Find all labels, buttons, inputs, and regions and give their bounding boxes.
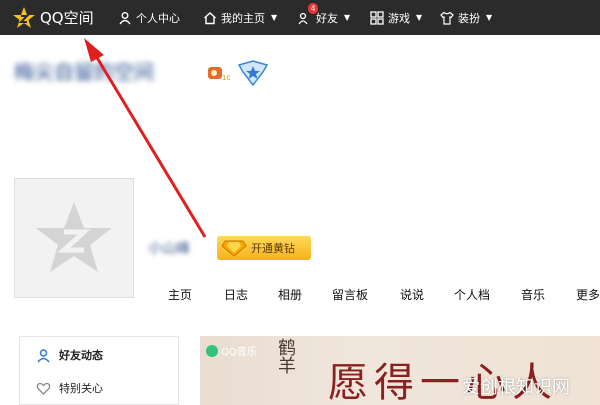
nav-label: 装扮 bbox=[458, 11, 480, 25]
nav-label: 个人中心 bbox=[136, 11, 180, 25]
username[interactable]: 小山峰 bbox=[148, 238, 208, 260]
chevron-down-icon: ▼ bbox=[486, 13, 493, 22]
sidebar-item-label: 特别关心 bbox=[59, 382, 103, 395]
sidebar-item-special-care[interactable]: 特别关心 bbox=[36, 378, 103, 398]
nav-dress-up[interactable]: 装扮 ▼ bbox=[440, 0, 492, 35]
music-banner[interactable]: QQ音乐 鹤 羊 愿得一心人 爱创根知识网 bbox=[200, 336, 600, 405]
watermark-text: 爱创根知识网 bbox=[462, 377, 570, 398]
tab-blog[interactable]: 日志 bbox=[224, 286, 248, 303]
home-icon bbox=[204, 11, 216, 24]
tab-album[interactable]: 相册 bbox=[278, 286, 302, 303]
nav-label: 游戏 bbox=[388, 11, 410, 25]
sidebar-item-friend-feed[interactable]: 好友动态 bbox=[36, 345, 103, 365]
banner-calligraphy-small: 鹤 羊 bbox=[278, 338, 296, 377]
friends-badge: 4 bbox=[308, 3, 318, 14]
grid-icon bbox=[370, 10, 384, 25]
nav-friends[interactable]: 4 好友 ▼ bbox=[298, 0, 350, 35]
default-avatar-star-icon bbox=[36, 202, 112, 272]
shirt-icon bbox=[440, 11, 454, 25]
person-icon bbox=[119, 11, 131, 24]
qq-star-icon bbox=[13, 6, 35, 28]
avatar[interactable] bbox=[14, 178, 134, 298]
left-sidebar: 好友动态 特别关心 bbox=[19, 336, 179, 405]
space-title: 梅尖自留的空间 bbox=[14, 55, 204, 85]
svg-text:10: 10 bbox=[222, 74, 230, 82]
nav-personal-center[interactable]: 个人中心 bbox=[118, 0, 180, 35]
heart-icon bbox=[36, 382, 51, 395]
logo-text: QQ空间 bbox=[40, 9, 94, 27]
tab-message-board[interactable]: 留言板 bbox=[332, 286, 368, 303]
qq-music-brand: QQ音乐 bbox=[206, 343, 257, 358]
tab-music[interactable]: 音乐 bbox=[521, 286, 545, 303]
nav-my-homepage[interactable]: 我的主页 ▼ bbox=[203, 0, 277, 35]
qzone-logo[interactable]: QQ空间 bbox=[12, 4, 94, 31]
nav-label: 好友 bbox=[316, 11, 338, 25]
space-title-text: 梅尖自留的空间 bbox=[14, 59, 154, 84]
qq-music-icon bbox=[206, 344, 218, 357]
tab-profile[interactable]: 个人档 bbox=[454, 286, 490, 303]
tab-home[interactable]: 主页 bbox=[168, 286, 192, 303]
tab-more[interactable]: 更多 bbox=[576, 286, 600, 303]
chevron-down-icon: ▼ bbox=[416, 13, 423, 22]
vip-button-label: 开通黄钻 bbox=[251, 242, 295, 255]
person-outline-icon bbox=[37, 348, 50, 362]
nav-label: 我的主页 bbox=[221, 11, 265, 25]
chevron-down-icon: ▼ bbox=[271, 13, 278, 22]
diamond-icon bbox=[221, 240, 247, 257]
sidebar-item-label: 好友动态 bbox=[59, 349, 103, 362]
top-navbar: QQ空间 个人中心 我的主页 ▼ 4 好友 ▼ 游戏 ▼ 装扮 ▼ bbox=[0, 0, 600, 35]
medal-icon[interactable]: 10 bbox=[206, 63, 230, 83]
chevron-down-icon: ▼ bbox=[344, 13, 351, 22]
tab-shuoshuo[interactable]: 说说 bbox=[400, 286, 424, 303]
star-shield-icon[interactable] bbox=[236, 60, 270, 86]
nav-games[interactable]: 游戏 ▼ bbox=[370, 0, 422, 35]
open-yellow-diamond-button[interactable]: 开通黄钻 bbox=[217, 236, 311, 260]
